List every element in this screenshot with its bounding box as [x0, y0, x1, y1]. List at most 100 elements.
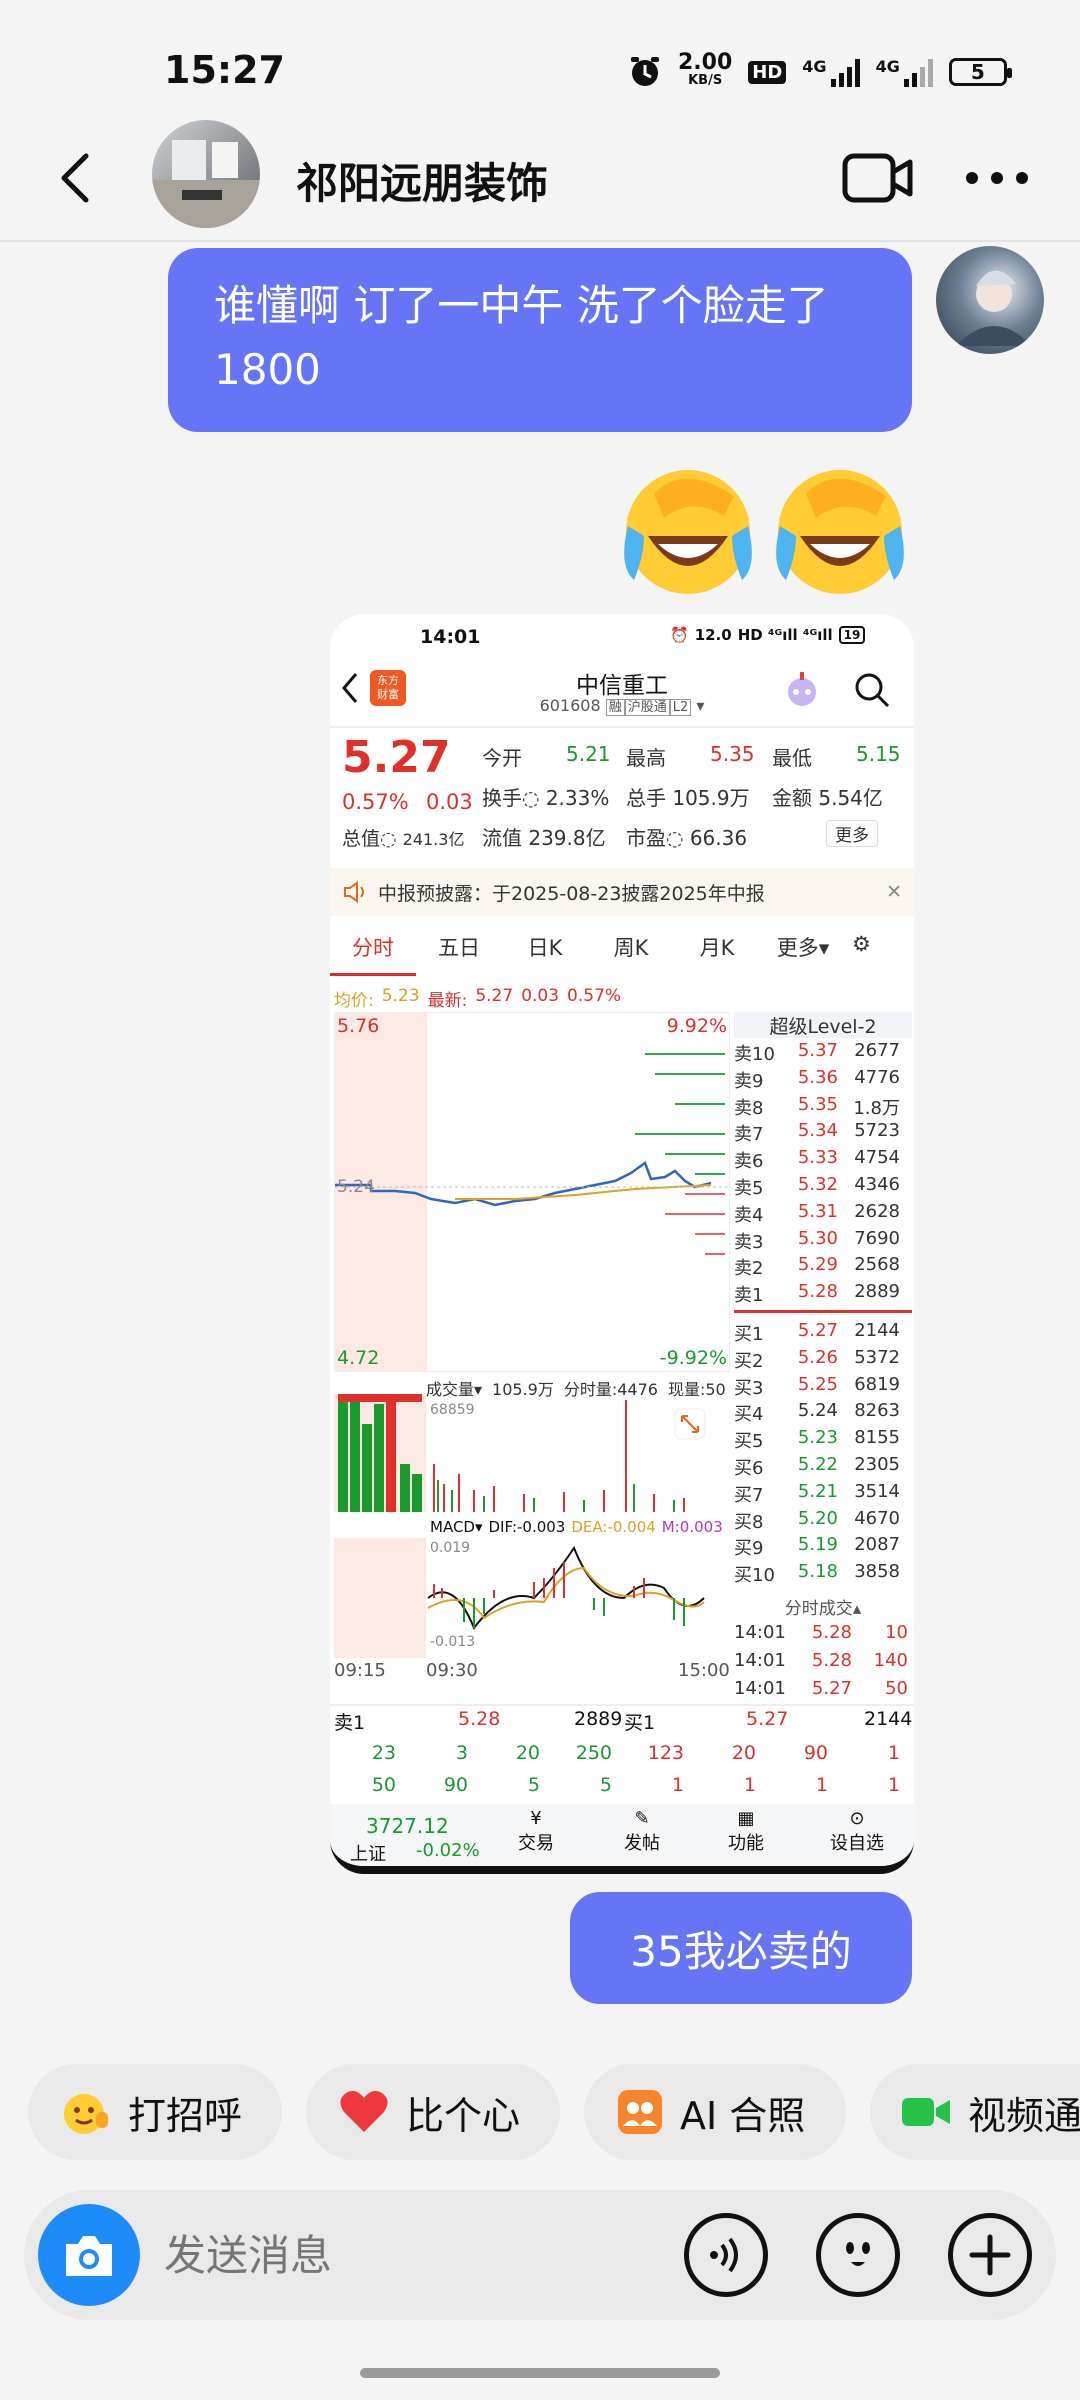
order-book-row: 买2 5.26 5372	[734, 1346, 900, 1372]
intraday-chart: 5.76 9.92% 5.24 4.72 -9.92%	[334, 1012, 731, 1372]
change-abs: 0.03	[426, 790, 473, 814]
order-book-row: 买4 5.24 8263	[734, 1400, 900, 1426]
status-icons: 2.00 KB/S HD 4G 4G 5	[628, 50, 1012, 92]
emoji-button[interactable]	[816, 2213, 900, 2297]
order-book-row: 卖6 5.33 4754	[734, 1147, 900, 1173]
tab-weekly-k: 周K	[613, 936, 649, 960]
post-icon: ✎	[634, 1808, 650, 1829]
shot-status-icons: ⏰ 12.0 HD ⁴ᴳıll ⁴ᴳıll 19	[670, 626, 866, 644]
camera-button[interactable]	[38, 2204, 140, 2306]
volume-chart: 成交量▾ 105.9万 分时量:4476 现量:50 68859	[334, 1376, 730, 1512]
trade-row: 14:01 5.27 50	[734, 1678, 908, 1699]
more-options-icon[interactable]	[962, 168, 1032, 188]
back-arrow-icon[interactable]	[52, 150, 96, 206]
order-book-row: 买8 5.20 4670	[734, 1507, 900, 1533]
queue-cell: 50	[371, 1774, 396, 1796]
quick-actions: 打招呼 比个心 AI 合照 视频通	[28, 2064, 1080, 2160]
queue-cell: 1	[815, 1774, 828, 1796]
chat-header: 祁阳远朋装饰	[0, 120, 1080, 242]
queue-cell: 5	[599, 1774, 612, 1796]
trade-icon: ¥	[530, 1808, 542, 1829]
signal-1-icon: 4G	[802, 57, 860, 87]
order-book-row: 卖3 5.30 7690	[734, 1227, 900, 1253]
axis-time-start: 09:15	[334, 1660, 386, 1681]
tab-more: 更多▾	[776, 936, 830, 960]
contact-avatar[interactable]	[152, 120, 260, 228]
order-book-row: 买1 5.27 2144	[734, 1320, 900, 1345]
my-avatar[interactable]	[936, 246, 1044, 354]
order-book-row: 买6 5.22 2305	[734, 1454, 900, 1479]
order-book-row: 卖9 5.36 4776	[734, 1066, 900, 1092]
message-input-bar	[24, 2190, 1056, 2320]
add-more-button[interactable]	[948, 2213, 1032, 2297]
hd-badge: HD	[748, 60, 787, 84]
laugh-cry-emoji-icon	[776, 470, 904, 594]
axis-time-open: 09:30	[426, 1660, 478, 1681]
queue-row-1: 23 3 20 250 123 20 90 1	[334, 1742, 910, 1768]
stock-price: 5.27	[342, 732, 451, 783]
message-bubble[interactable]: 谁懂啊 订了一中午 洗了个脸走了1800	[168, 248, 912, 432]
net-speed: 2.00 KB/S	[678, 50, 733, 89]
laugh-cry-emoji-icon	[624, 470, 752, 594]
tab-daily-k: 日K	[527, 936, 563, 960]
axis-time-end: 15:00	[678, 1660, 730, 1681]
settings-gear-icon: ⚙	[852, 932, 871, 956]
macd-chart: MACD▾ DIF:-0.003 DEA:-0.004 M:0.003 0.01…	[334, 1518, 730, 1658]
order-book-row: 卖2 5.29 2568	[734, 1254, 900, 1280]
heart-button[interactable]: 比个心	[306, 2064, 560, 2160]
order-book-row: 买9 5.19 2087	[734, 1534, 900, 1560]
greet-button[interactable]: 打招呼	[28, 2064, 282, 2160]
video-camera-icon	[902, 2098, 950, 2126]
smiley-icon	[846, 2242, 870, 2266]
order-book-row: 买10 5.18 3858	[734, 1561, 900, 1587]
plus-icon	[969, 2234, 1011, 2276]
queue-cell: 123	[647, 1742, 684, 1764]
level2-title: 超级Level-2	[734, 1012, 912, 1038]
tab-monthly-k: 月K	[699, 936, 735, 960]
queue-cell: 1	[887, 1742, 900, 1764]
queue-cell: 20	[515, 1742, 540, 1764]
home-indicator[interactable]	[360, 2368, 720, 2378]
voice-button[interactable]	[684, 2213, 768, 2297]
order-book-row: 买7 5.21 3514	[734, 1480, 900, 1506]
expand-icon	[674, 1408, 706, 1440]
more-stats-button: 更多	[826, 820, 878, 847]
order-book-row: 卖8 5.35 1.8万	[734, 1093, 900, 1119]
video-call-button[interactable]: 视频通	[870, 2064, 1080, 2160]
camera-icon	[66, 2236, 112, 2276]
change-pct: 0.57%	[342, 790, 409, 814]
queue-cell: 3	[455, 1742, 468, 1764]
robot-assistant-icon	[788, 672, 816, 706]
queue-cell: 90	[443, 1774, 468, 1796]
tab-intraday: 分时	[330, 932, 416, 976]
status-bar: 15:27 2.00 KB/S HD 4G 4G 5	[0, 0, 1080, 120]
order-book-row: 卖10 5.37 2677	[734, 1040, 900, 1065]
add-watchlist-icon: ⊙	[849, 1808, 865, 1829]
ai-photo-icon	[618, 2090, 662, 2134]
message-input[interactable]	[164, 2220, 684, 2290]
queue-cell: 20	[731, 1742, 756, 1764]
shot-status-time: 14:01	[420, 626, 481, 648]
chart-bottom-price: 4.72	[337, 1347, 380, 1369]
signal-2-icon: 4G	[876, 57, 933, 87]
chart-tabs: 分时 五日 日K 周K 月K 更多▾ ⚙	[330, 932, 914, 982]
trades-title: 分时成交▴	[784, 1599, 862, 1619]
ai-photo-button[interactable]: AI 合照	[584, 2064, 846, 2160]
trade-row: 14:01 5.28 140	[734, 1650, 908, 1671]
order-book-row: 买3 5.25 6819	[734, 1373, 900, 1399]
shot-bottom-nav: 3727.12 上证 -0.02% ¥ 交易 ✎ 发帖 ▦ 功能 ⊙ 设自选	[330, 1804, 914, 1866]
chart-mid-price: 5.24	[337, 1177, 375, 1197]
video-call-icon[interactable]	[842, 150, 914, 206]
message-bubble[interactable]: 35我必卖的	[570, 1892, 912, 2004]
status-time: 15:27	[164, 48, 285, 92]
speaker-icon	[344, 881, 364, 903]
stock-name: 中信重工	[576, 673, 668, 699]
order-book-row: 卖4 5.31 2628	[734, 1200, 900, 1226]
queue-row-2: 50 90 5 5 1 1 1 1	[334, 1774, 910, 1800]
emoji-message[interactable]	[614, 456, 914, 600]
stock-screenshot-image[interactable]: 14:01 ⏰ 12.0 HD ⁴ᴳıll ⁴ᴳıll 19 东方 财富 中信重工 6…	[330, 614, 914, 1874]
queue-cell: 250	[575, 1742, 612, 1764]
tab-five-day: 五日	[438, 936, 480, 960]
order-book-row: 卖1 5.28 2889	[734, 1281, 900, 1307]
queue-cell: 90	[803, 1742, 828, 1764]
